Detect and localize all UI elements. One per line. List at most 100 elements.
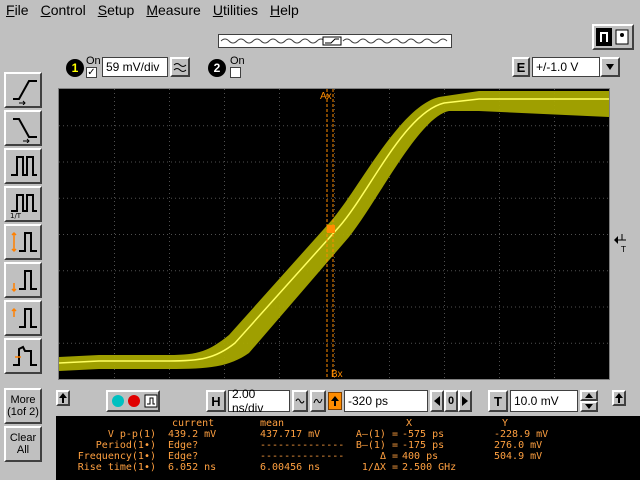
grid-dot (491, 197, 492, 199)
trigger-level-up[interactable] (580, 390, 598, 401)
amplitude-button[interactable] (4, 224, 42, 260)
grid-dot (367, 125, 368, 127)
grid-dot (554, 209, 555, 210)
grid-dot (554, 293, 555, 294)
meas-label-risetime[interactable]: Rise time(1•) (60, 462, 156, 473)
grid-dot (263, 197, 264, 199)
baseline-button[interactable] (4, 262, 42, 298)
period-button[interactable]: 1/T (4, 186, 42, 222)
channel1-badge[interactable]: 1 (66, 59, 84, 77)
grid-dot (375, 306, 376, 308)
channel1-offset-button[interactable] (170, 57, 190, 77)
grid-dot (471, 197, 472, 199)
svg-text:1/T: 1/T (10, 212, 22, 219)
grid-dot (444, 289, 445, 290)
delay-right-button[interactable] (458, 390, 472, 412)
edge-trigger-button[interactable]: E (512, 57, 530, 77)
grid-dot (279, 181, 280, 182)
grid-dot (575, 161, 576, 163)
clear-all-button[interactable]: Clear All (4, 426, 42, 462)
grid-dot (499, 373, 500, 374)
grid-dot (79, 125, 80, 127)
grid-dot (239, 306, 240, 308)
menu-setup[interactable]: Setup (98, 2, 135, 18)
grid-dot (491, 234, 492, 235)
grid-dot (555, 342, 556, 344)
grid-dot (151, 125, 152, 127)
meas-label-frequency[interactable]: Frequency(1•) (60, 451, 156, 462)
horizontal-delay-field[interactable]: -320 ps (344, 390, 428, 412)
menu-file[interactable]: File (6, 2, 29, 18)
edge-trigger-field[interactable]: +/-1.0 V (532, 57, 600, 77)
grid-dot (435, 197, 436, 199)
menu-control[interactable]: Control (41, 2, 86, 18)
grid-dot (499, 233, 500, 234)
grid-dot (127, 234, 128, 235)
grid-dot (334, 153, 335, 154)
delay-left-button[interactable] (430, 390, 444, 412)
grid-dot (114, 185, 115, 186)
channel1-on-checkbox[interactable]: ✓ (86, 67, 97, 78)
overshoot-button[interactable] (4, 338, 42, 374)
waveform-overview-strip[interactable] (218, 34, 452, 48)
channel1-scale-field[interactable]: 59 mV/div (102, 57, 168, 77)
stop-icon[interactable] (128, 395, 140, 407)
trigger-button[interactable]: T (488, 390, 508, 412)
edge-trigger-dropdown[interactable] (600, 57, 620, 77)
more-button[interactable]: More (1of 2) (4, 388, 42, 424)
grid-dot (587, 342, 588, 344)
trigger-level-down[interactable] (580, 401, 598, 412)
channel2-badge[interactable]: 2 (208, 59, 226, 77)
grid-dot (191, 306, 192, 308)
run-icon[interactable] (112, 395, 124, 407)
grid-dot (114, 273, 115, 274)
timebase-adjust-button[interactable] (292, 390, 308, 412)
trigger-level-icon[interactable]: T (612, 232, 628, 254)
pulse-width-button[interactable] (4, 148, 42, 184)
meas-label-period[interactable]: Period(1•) (60, 440, 156, 451)
grid-dot (355, 125, 356, 127)
grid-dot (215, 270, 216, 272)
grid-dot (563, 125, 564, 127)
grid-dot (443, 125, 444, 127)
grid-dot (403, 234, 404, 235)
rising-edge-button[interactable] (4, 72, 42, 108)
grid-dot (95, 125, 96, 127)
arrow-up-icon (59, 393, 67, 403)
grid-dot (114, 321, 115, 322)
scope-display[interactable]: Ax Bx (58, 88, 610, 380)
grid-dot (599, 125, 600, 127)
grid-dot (444, 201, 445, 202)
menu-help[interactable]: Help (270, 2, 299, 18)
grid-dot (519, 197, 520, 199)
help-quick-button[interactable] (592, 24, 634, 50)
grid-dot (119, 234, 120, 235)
horizontal-button[interactable]: H (206, 390, 226, 412)
scroll-up-left-button[interactable] (56, 390, 70, 406)
grid-dot (279, 149, 280, 150)
scroll-up-right-button[interactable] (612, 390, 626, 406)
grid-dot (171, 342, 172, 344)
grid-dot (195, 342, 196, 344)
grid-dot (389, 121, 390, 122)
grid-dot (389, 197, 390, 198)
timebase-wave-button[interactable] (310, 390, 326, 412)
grid-dot (554, 233, 555, 234)
menu-utilities[interactable]: Utilities (213, 2, 258, 18)
grid-dot (155, 342, 156, 344)
meas-label-vpp[interactable]: V p-p(1) (60, 429, 156, 440)
grid-dot (114, 169, 115, 170)
menu-measure[interactable]: Measure (146, 2, 200, 18)
grid-dot (323, 197, 324, 199)
single-icon[interactable] (144, 394, 158, 408)
delay-zero-button[interactable]: 0 (444, 390, 458, 412)
grid-dot (491, 161, 492, 163)
falling-edge-button[interactable] (4, 110, 42, 146)
channel2-on-checkbox[interactable] (230, 67, 241, 78)
delay-marker-button[interactable] (328, 392, 342, 410)
grid-dot (147, 270, 148, 272)
trigger-level-field[interactable]: 10.0 mV (510, 390, 578, 412)
top-level-button[interactable] (4, 300, 42, 336)
grid-dot (334, 205, 335, 206)
timebase-scale-field[interactable]: 2.00 ns/div (228, 387, 290, 415)
